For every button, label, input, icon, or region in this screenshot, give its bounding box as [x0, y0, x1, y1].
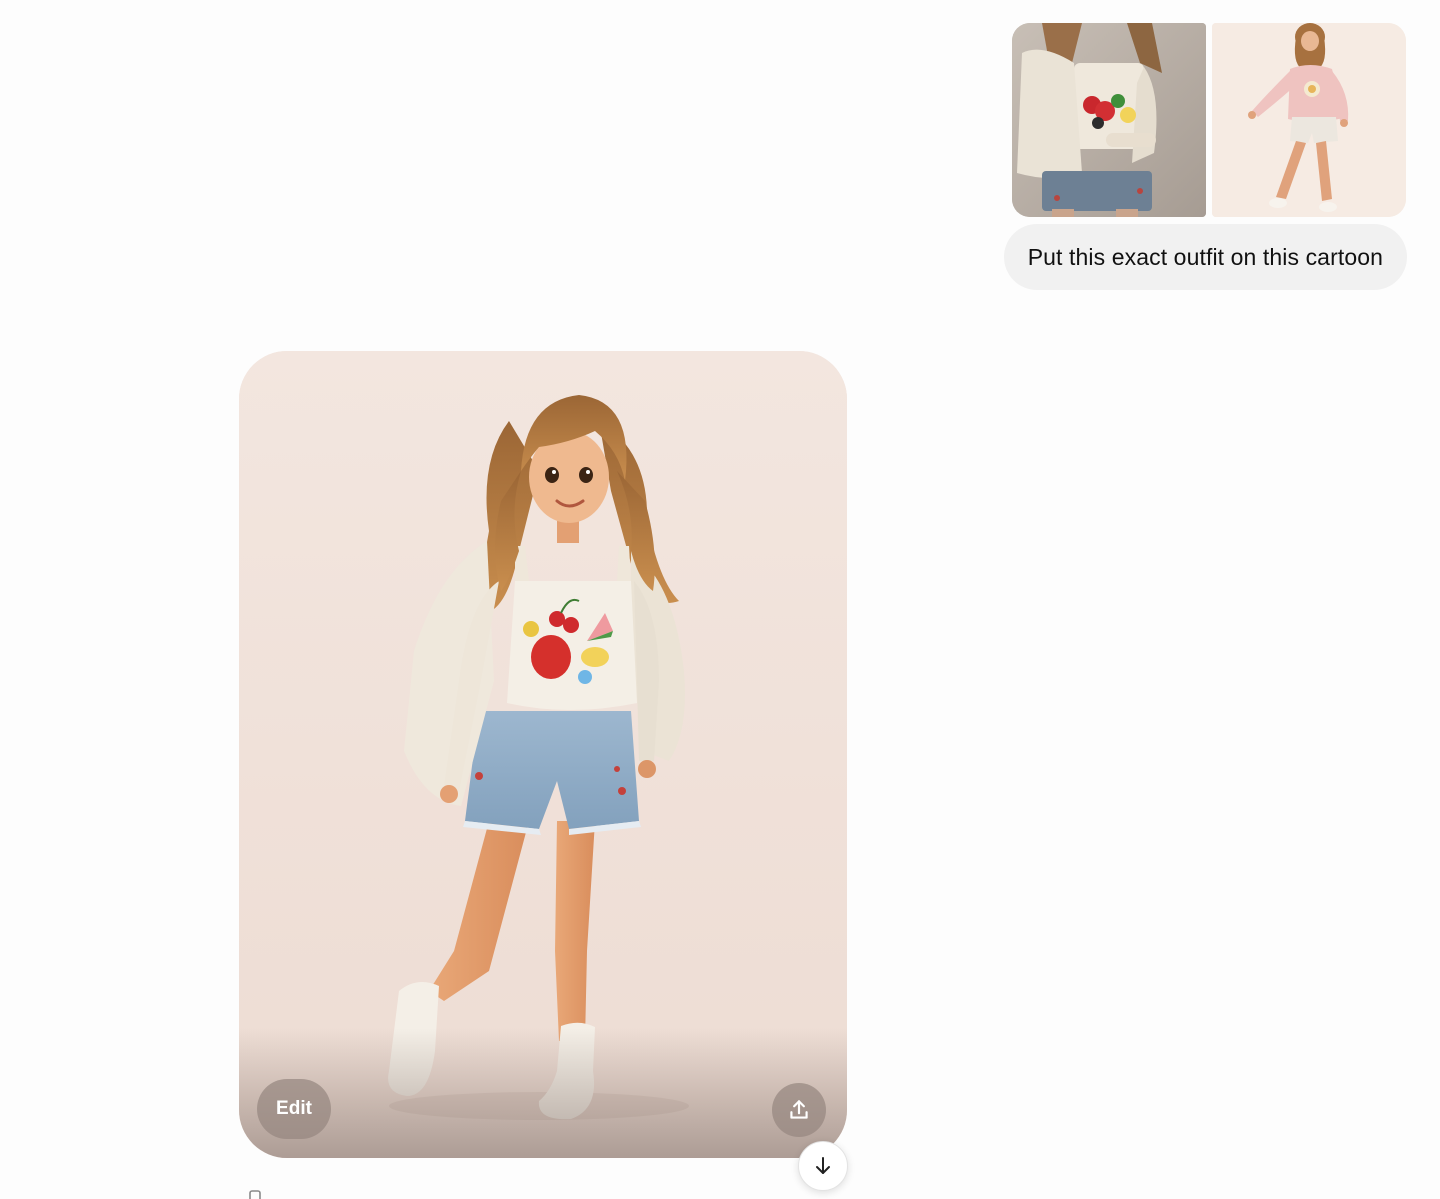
arrow-down-icon [816, 1157, 830, 1174]
outfit-photo-image [1012, 23, 1206, 217]
attachment-outfit-photo[interactable] [1012, 23, 1206, 217]
user-message-text: Put this exact outfit on this cartoon [1027, 243, 1383, 270]
share-upload-icon [790, 1100, 808, 1119]
generated-cartoon-image [239, 351, 847, 1158]
user-message-bubble: Put this exact outfit on this cartoon [1003, 224, 1407, 290]
user-attachments [1012, 23, 1407, 217]
edit-button-label: Edit [276, 1098, 312, 1119]
cartoon-reference-image [1212, 23, 1406, 217]
scroll-to-bottom-button[interactable] [798, 1141, 848, 1191]
generated-image-card[interactable]: Edit [239, 351, 847, 1158]
share-image-button[interactable] [772, 1083, 826, 1137]
attachment-cartoon-reference[interactable] [1212, 23, 1406, 217]
edit-image-button[interactable]: Edit [257, 1079, 331, 1139]
copy-icon[interactable] [246, 1189, 264, 1199]
